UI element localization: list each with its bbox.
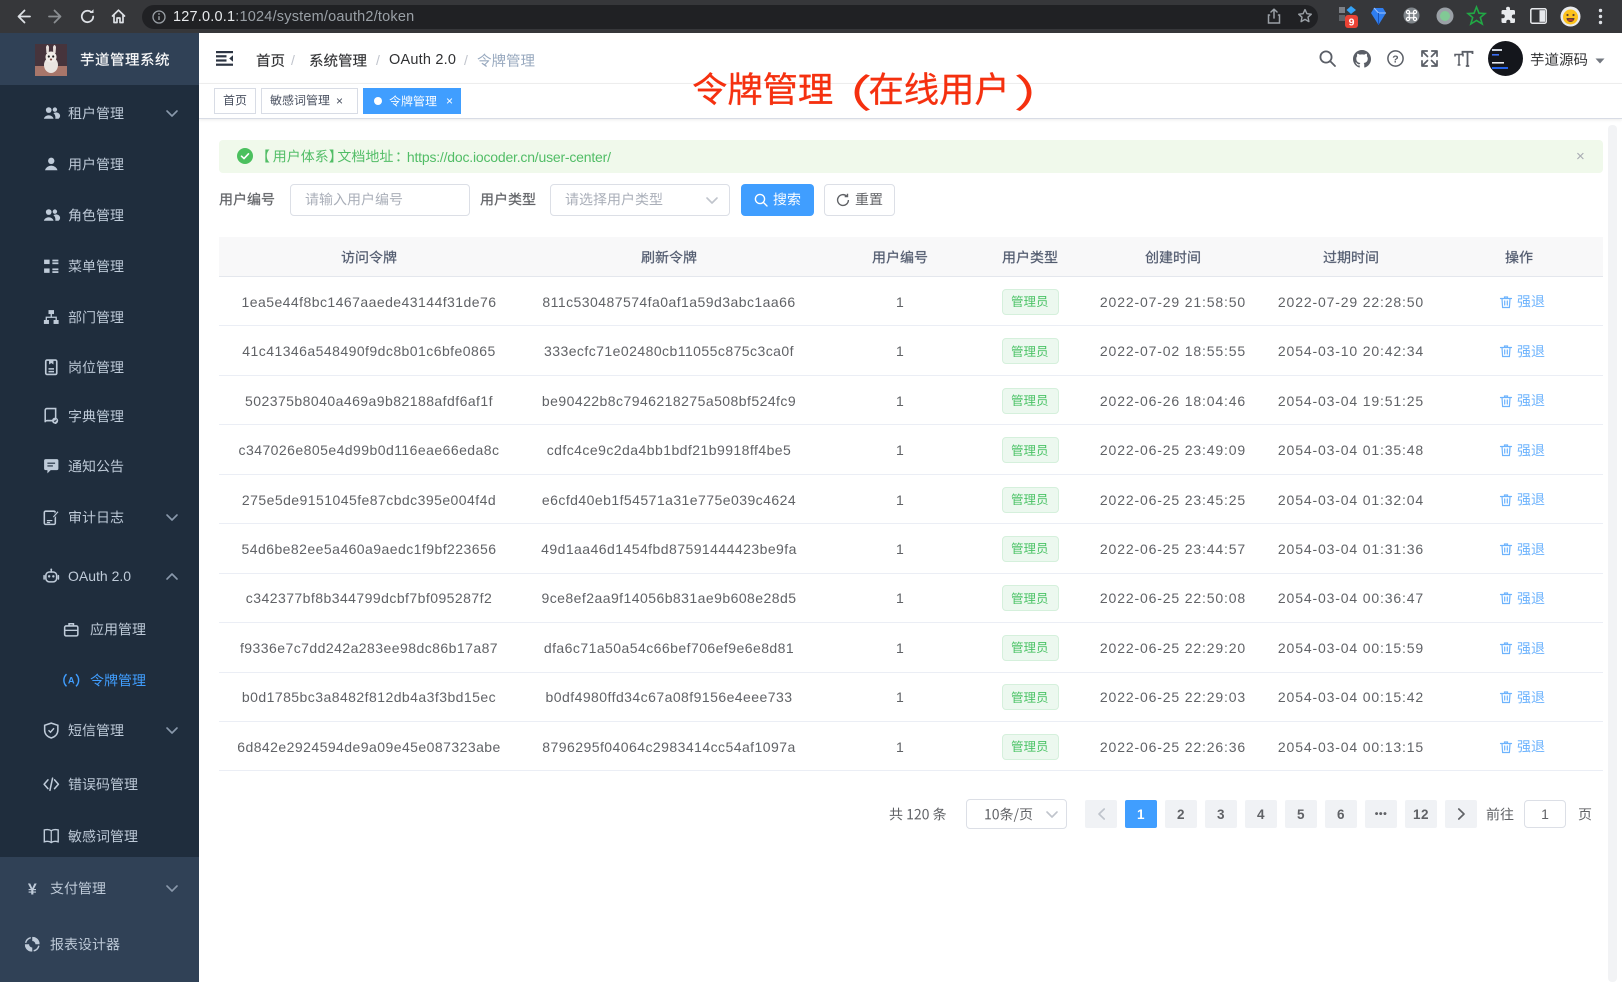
svg-text:¥: ¥: [28, 881, 37, 898]
svg-text:?: ?: [1392, 53, 1398, 65]
svg-text:9: 9: [1349, 17, 1355, 29]
svg-text:A: A: [68, 675, 75, 685]
